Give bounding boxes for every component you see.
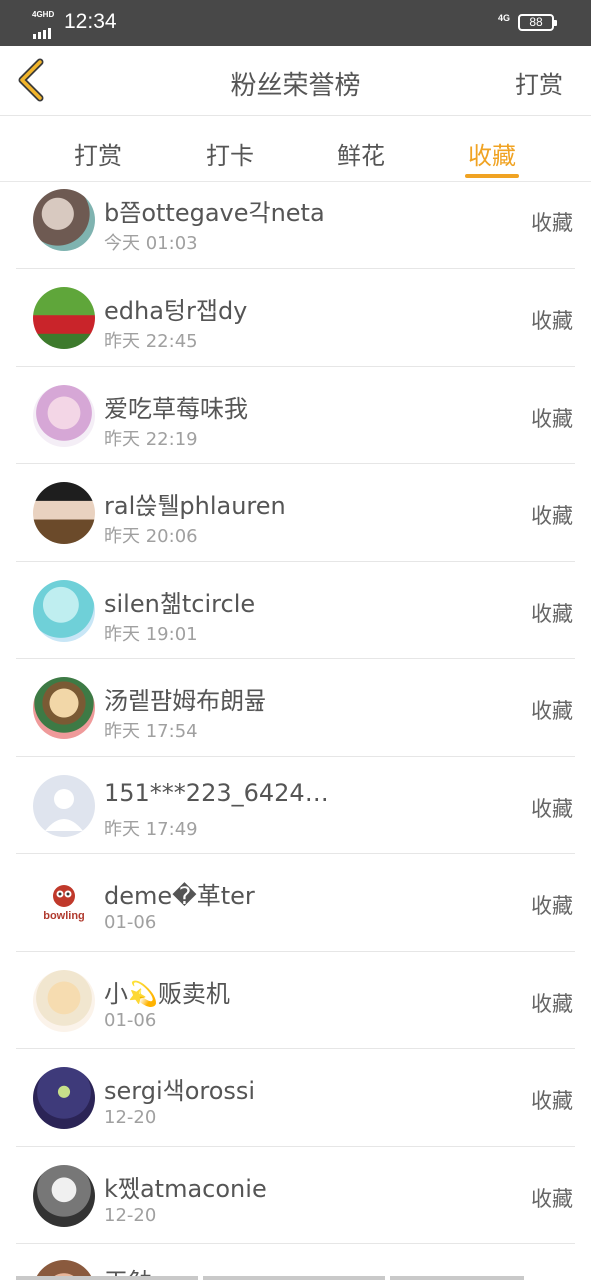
network-type: 4GHD [32,10,55,19]
avatar-logo-text: bowling [43,910,85,922]
signal-icon: 4GHD [32,10,58,39]
avatar: bowling [33,872,95,934]
status-time: 12:34 [64,10,117,33]
status-bar: 4GHD 12:34 4G 88 [0,0,591,46]
default-avatar-icon [45,788,83,831]
list-item[interactable]: bowling deme�革ter 01-06 收藏 [16,854,575,952]
favorite-time: 昨天 19:01 [104,623,198,645]
user-name: deme�革ter [104,882,255,910]
header: 粉丝荣誉榜 打赏 [0,46,591,116]
avatar [33,579,95,642]
favorite-label: 收藏 [531,601,573,626]
favorite-time: 昨天 22:45 [104,331,198,352]
favorite-label: 收藏 [531,309,573,333]
active-tab-indicator [465,174,519,178]
favorite-label: 收藏 [531,894,573,918]
avatar [33,189,95,251]
favorite-time: 12-20 [104,1204,157,1226]
list-item[interactable]: edha텅r잽dy 昨天 22:45 收藏 [16,269,575,367]
avatar [33,1164,95,1227]
favorite-label: 收藏 [531,796,573,821]
list-item[interactable]: k쩼atmaconie 12-20 收藏 [16,1147,575,1244]
user-name: k쩼atmaconie [104,1174,267,1203]
fan-list: b쯤ottegave각neta 今天 01:03 收藏 edha텅r잽dy 昨天… [0,183,591,1280]
list-item[interactable]: 爱吃草莓味我 昨天 22:19 收藏 [16,367,575,464]
list-item[interactable]: 汤렡퍔姆布朗뮲 昨天 17:54 收藏 [16,659,575,757]
owl-icon [53,885,75,907]
list-item[interactable]: ral쓵퉬phlauren 昨天 20:06 收藏 [16,464,575,562]
user-name: 爱吃草莓味我 [104,394,248,423]
favorite-time: 01-06 [104,1009,157,1031]
favorite-label: 收藏 [531,991,573,1016]
favorite-label: 收藏 [531,504,573,528]
tab-flowers[interactable]: 鲜花 [321,136,401,171]
tab-reward[interactable]: 打赏 [58,136,138,171]
avatar [33,482,95,544]
favorite-label: 收藏 [531,1186,573,1211]
list-item[interactable]: silen쳶tcircle 昨天 19:01 收藏 [16,562,575,659]
tab-checkin[interactable]: 打卡 [190,136,270,171]
battery-level: 88 [529,15,543,29]
avatar [33,774,95,837]
bottom-scroll-indicator [0,1276,591,1280]
tab-favorites[interactable]: 收藏 [452,136,532,171]
battery-icon: 88 [518,14,557,31]
favorite-label: 收藏 [531,406,573,431]
list-item[interactable]: b쯤ottegave각neta 今天 01:03 收藏 [16,183,575,269]
favorite-time: 昨天 17:49 [104,818,198,840]
avatar [33,1067,95,1129]
favorite-label: 收藏 [531,1089,573,1113]
user-name: b쯤ottegave각neta [104,199,325,227]
list-item[interactable]: 151***223_6424… 昨天 17:49 收藏 [16,757,575,854]
user-name: silen쳶tcircle [104,589,256,618]
list-item[interactable]: 王勉 [16,1244,575,1280]
user-name: ral쓵퉬phlauren [104,492,286,520]
favorite-time: 01-06 [104,912,157,933]
avatar [33,969,95,1032]
user-name: 汤렡퍔姆布朗뮲 [104,687,267,715]
tab-bar: 打赏 打卡 鲜花 收藏 [0,116,591,182]
favorite-label: 收藏 [531,211,573,235]
favorite-label: 收藏 [531,699,573,723]
avatar [33,677,95,739]
avatar [33,287,95,349]
reward-button[interactable]: 打赏 [515,65,563,100]
favorite-time: 12-20 [104,1107,157,1128]
user-name: edha텅r잽dy [104,297,248,325]
user-name: sergi색orossi [104,1077,256,1105]
list-item[interactable]: 小💫贩卖机 01-06 收藏 [16,952,575,1049]
favorite-time: 昨天 20:06 [104,526,198,547]
page-title: 粉丝荣誉榜 [230,71,361,101]
avatar [33,384,95,447]
favorite-time: 昨天 17:54 [104,721,198,742]
user-name: 小💫贩卖机 [104,979,230,1008]
favorite-time: 昨天 22:19 [104,428,198,450]
favorite-time: 今天 01:03 [104,233,198,254]
network-indicator: 4G [498,13,511,23]
user-name: 151***223_6424… [104,778,329,807]
list-item[interactable]: sergi색orossi 12-20 收藏 [16,1049,575,1147]
